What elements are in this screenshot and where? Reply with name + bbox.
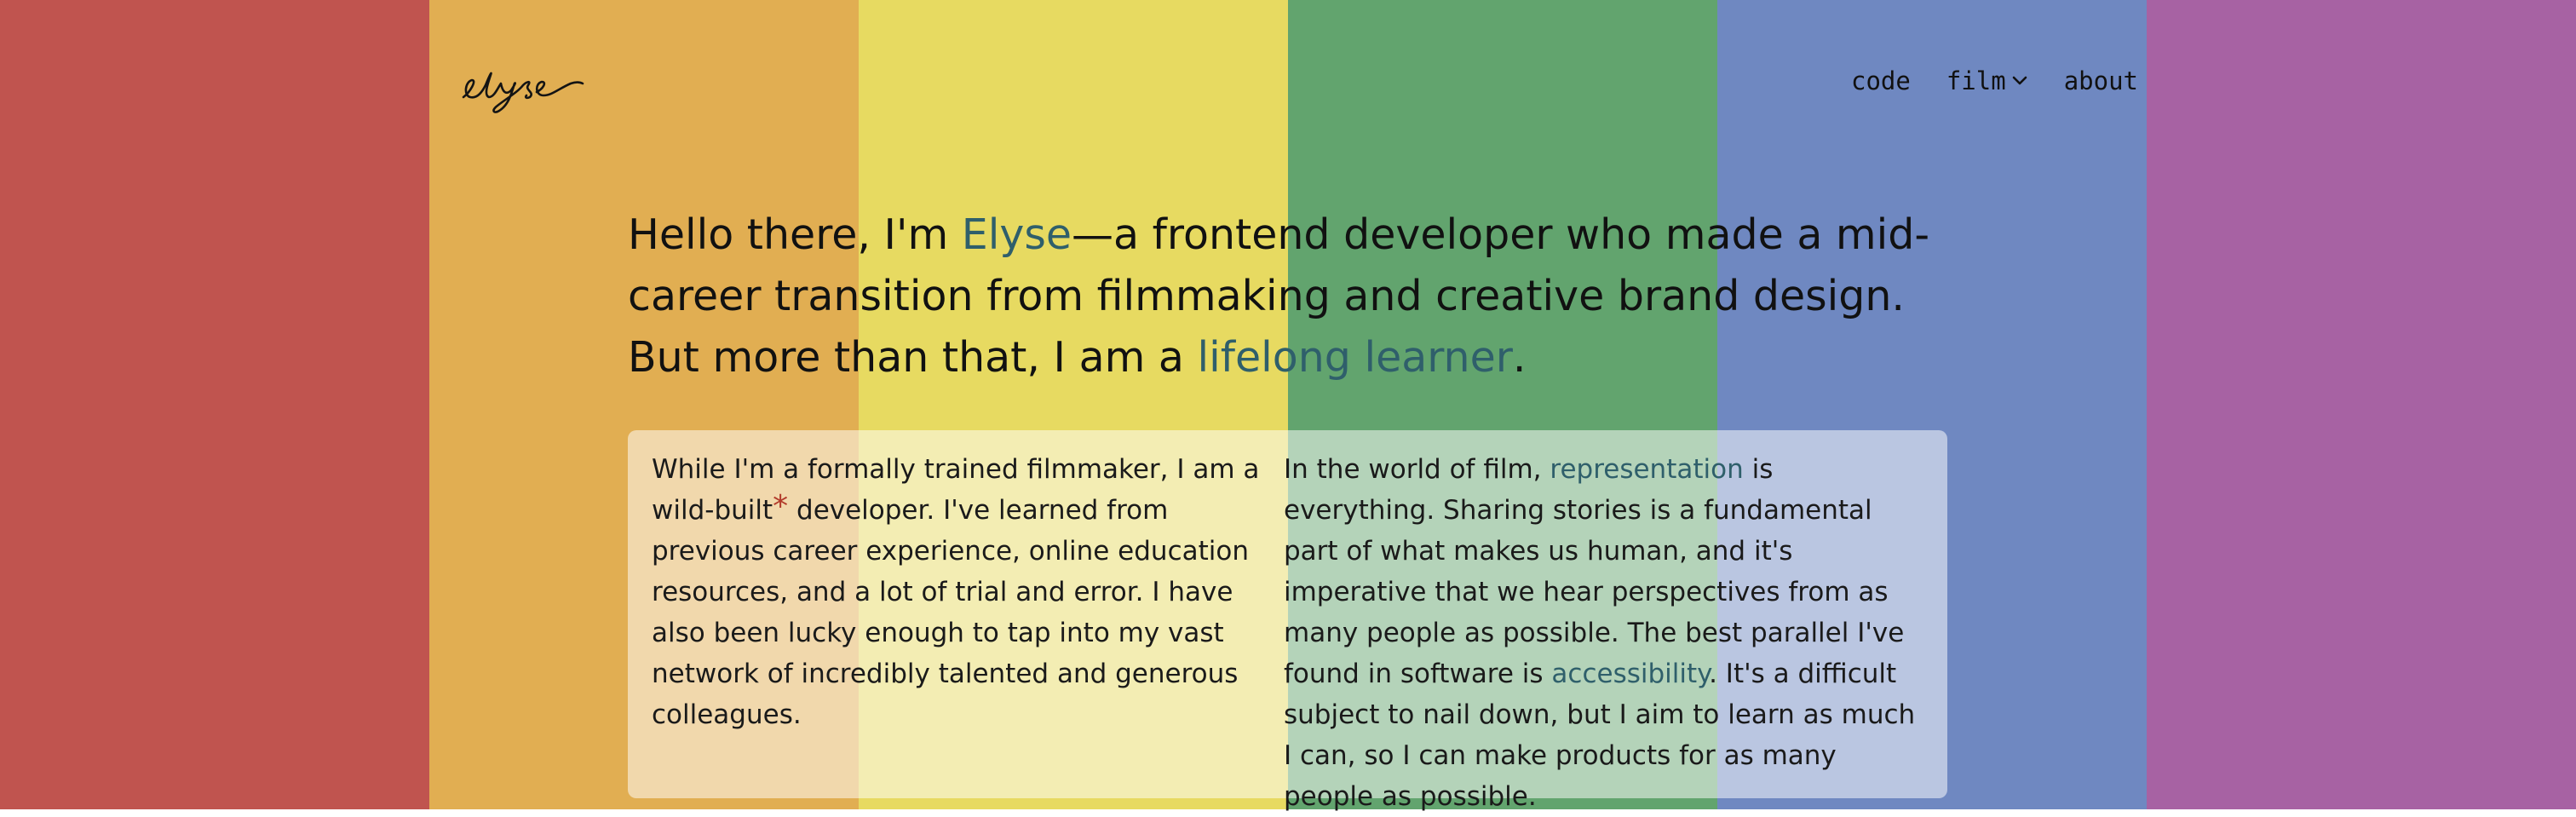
hero-name: Elyse (961, 210, 1072, 259)
chevron-down-icon (2012, 76, 2027, 85)
hero-text-3: . (1512, 333, 1527, 382)
hero-headline: Hello there, I'm Elyse—a frontend develo… (628, 204, 1965, 388)
representation-link[interactable]: representation (1550, 454, 1743, 485)
intro-card: While I'm a formally trained filmmaker, … (628, 430, 1947, 812)
elyse-logo[interactable] (458, 55, 586, 114)
nav-link-about[interactable]: about (2064, 66, 2138, 95)
nav-dropdown-film[interactable]: film (1946, 66, 2028, 95)
stripe-red (0, 0, 429, 809)
left-text-b: developer. I've learned from previous ca… (652, 495, 1249, 730)
stripe-purple (2147, 0, 2576, 809)
filmmaker-paragraph: While I'm a formally trained filmmaker, … (628, 430, 1284, 798)
hero-text-1: Hello there, I'm (628, 210, 962, 259)
lifelong-learner-link[interactable]: lifelong learner (1198, 333, 1513, 382)
wild-built-footnote-asterisk[interactable]: * (773, 489, 788, 524)
nav-label-film: film (1946, 66, 2006, 95)
nav-link-code[interactable]: code (1851, 66, 1911, 95)
accessibility-link[interactable]: accessibility (1551, 659, 1709, 689)
main-nav: code film about (1851, 66, 2138, 95)
nav-label-about: about (2063, 66, 2138, 95)
elyse-signature-logo (462, 72, 584, 113)
right-text-a: In the world of film, (1284, 454, 1550, 485)
right-text-b: is everything. Sharing stories is a fund… (1284, 454, 1905, 689)
representation-paragraph: In the world of film, representation is … (1284, 430, 1947, 812)
nav-label-code: code (1851, 66, 1911, 95)
